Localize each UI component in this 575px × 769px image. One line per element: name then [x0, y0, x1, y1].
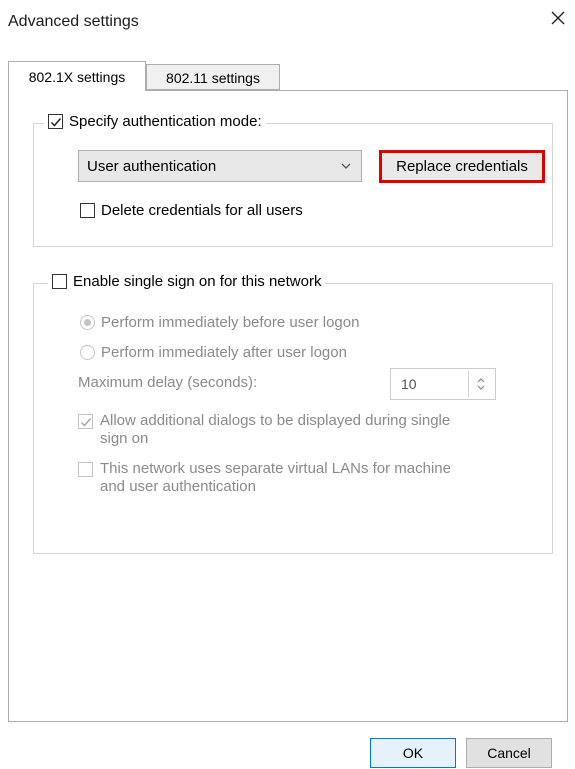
tab-80211-settings[interactable]: 802.11 settings: [146, 64, 280, 90]
auth-mode-select-value: User authentication: [87, 157, 217, 175]
cancel-button[interactable]: Cancel: [466, 738, 552, 768]
auth-mode-group: [33, 123, 553, 247]
radio-before-logon-label: Perform immediately before user logon: [101, 314, 360, 331]
auth-mode-select[interactable]: User authentication: [78, 150, 362, 182]
tab-8021x-label: 802.1X settings: [28, 69, 126, 85]
allow-dialogs-checkbox[interactable]: [78, 414, 93, 429]
specify-auth-mode-checkbox[interactable]: [48, 114, 63, 129]
tab-80211-label: 802.11 settings: [166, 70, 260, 86]
enable-sso-checkbox[interactable]: [52, 274, 67, 289]
replace-credentials-label: Replace credentials: [396, 158, 528, 175]
max-delay-value: 10: [401, 376, 417, 392]
sso-legend: Enable single sign on for this network: [48, 273, 326, 290]
chevron-down-icon: [341, 163, 351, 169]
radio-after-logon-label: Perform immediately after user logon: [101, 344, 347, 361]
separate-vlans-checkbox[interactable]: [78, 462, 93, 477]
ok-button[interactable]: OK: [370, 738, 456, 768]
replace-credentials-button[interactable]: Replace credentials: [379, 150, 545, 183]
spinner-arrows[interactable]: [468, 371, 493, 397]
radio-before-logon[interactable]: [80, 315, 95, 330]
delete-credentials-label: Delete credentials for all users: [101, 202, 303, 219]
separate-vlans-label-line1: This network uses separate virtual LANs …: [100, 460, 451, 477]
checkmark-icon: [80, 417, 91, 427]
enable-sso-label: Enable single sign on for this network: [73, 273, 322, 290]
separate-vlans-row[interactable]: This network uses separate virtual LANs …: [78, 460, 451, 496]
ok-label: OK: [402, 745, 424, 761]
spinner-up-down-icon: [477, 378, 485, 390]
max-delay-spinner[interactable]: 10: [390, 368, 496, 400]
allow-dialogs-row[interactable]: Allow additional dialogs to be displayed…: [78, 412, 450, 448]
close-button[interactable]: [548, 8, 568, 28]
delete-credentials-checkbox[interactable]: [80, 203, 95, 218]
radio-after-logon[interactable]: [80, 345, 95, 360]
close-icon: [551, 11, 565, 25]
specify-auth-mode-label: Specify authentication mode:: [69, 113, 262, 130]
tab-8021x-settings[interactable]: 802.1X settings: [8, 61, 146, 91]
delete-credentials-row: Delete credentials for all users: [80, 202, 303, 219]
checkmark-icon: [50, 117, 61, 127]
cancel-label: Cancel: [487, 745, 531, 761]
dialog-title: Advanced settings: [8, 13, 139, 30]
separate-vlans-label-line2: and user authentication: [100, 478, 256, 495]
auth-mode-legend: Specify authentication mode:: [44, 113, 266, 130]
radio-after-logon-row[interactable]: Perform immediately after user logon: [80, 344, 347, 361]
radio-before-logon-row[interactable]: Perform immediately before user logon: [80, 314, 359, 331]
allow-dialogs-label-line2: sign on: [100, 430, 149, 447]
max-delay-label: Maximum delay (seconds):: [78, 374, 258, 391]
allow-dialogs-label-line1: Allow additional dialogs to be displayed…: [100, 412, 451, 429]
